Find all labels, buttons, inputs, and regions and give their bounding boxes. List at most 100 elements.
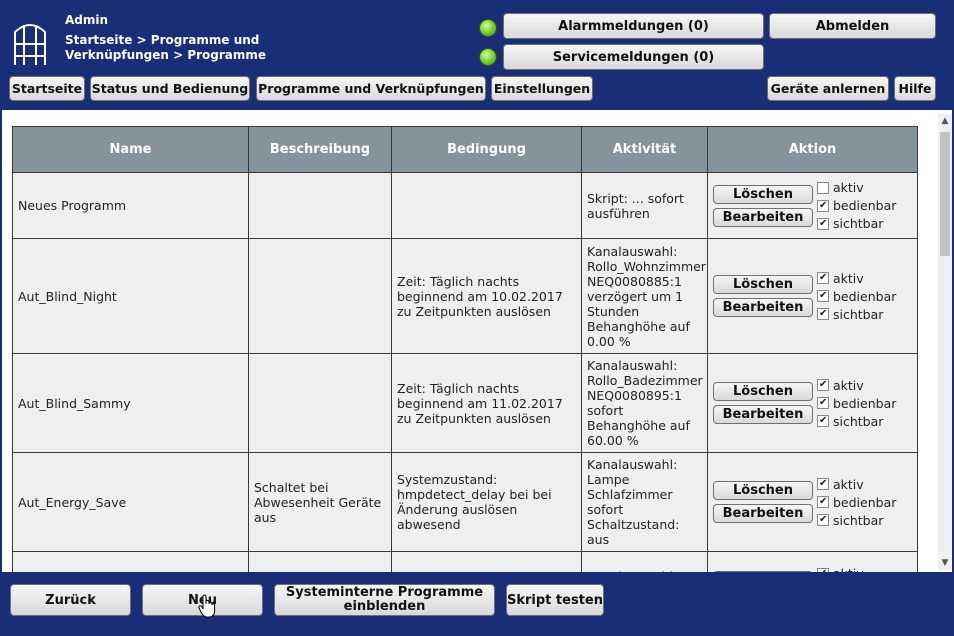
sichtbar-checkbox-row[interactable]: sichtbar (817, 216, 896, 231)
logout-button[interactable]: Abmelden (769, 13, 936, 39)
column-header-activity[interactable]: Aktivität (581, 126, 708, 173)
user-name: Admin (65, 13, 109, 27)
sichtbar-label: sichtbar (833, 512, 884, 528)
program-description-cell (248, 238, 392, 354)
program-description-cell (248, 172, 392, 239)
edit-program-button[interactable]: Bearbeiten (713, 298, 813, 317)
nav-home-button[interactable]: Startseite (9, 76, 85, 101)
aktiv-checkbox-row[interactable]: aktiv (817, 477, 896, 492)
aktiv-checkbox[interactable] (817, 272, 829, 284)
header-bar: Admin Startseite > Programme und Verknüp… (0, 0, 954, 108)
test-script-button[interactable]: Skript testen (506, 584, 604, 616)
column-header-condition[interactable]: Bedingung (391, 126, 582, 173)
breadcrumb: Startseite > Programme und Verknüpfungen… (65, 33, 267, 62)
program-activity-cell: Kanalauswahl: Rollo_Badezimmer NEQ008089… (581, 353, 708, 453)
program-description-cell: Schaltet bei Abwesenheit Geräte aus (248, 452, 392, 552)
program-condition-cell: Zeit: Täglich von 22:00 Uhr beginnend am… (391, 551, 582, 572)
edit-program-button[interactable]: Bearbeiten (713, 207, 813, 227)
sichtbar-label: sichtbar (833, 216, 884, 231)
bedienbar-label: bedienbar (833, 288, 897, 304)
nav-teach-devices-button[interactable]: Geräte anlernen (767, 76, 889, 101)
bedienbar-checkbox-row[interactable]: bedienbar (817, 495, 896, 510)
aktiv-checkbox[interactable] (817, 181, 829, 194)
scroll-down-arrow-icon[interactable]: ▼ (938, 556, 952, 570)
service-messages-button[interactable]: Servicemeldungen (0) (503, 44, 764, 70)
sichtbar-checkbox-row[interactable]: sichtbar (817, 513, 896, 528)
program-action-cell: Löschen Bearbeiten aktiv bedienbar sichtbar (707, 452, 918, 552)
table-row[interactable]: Aut_Blind_Night Zeit: Täglich nachts begi… (12, 238, 918, 354)
service-status-led-icon (479, 48, 497, 66)
back-button[interactable]: Zurück (10, 584, 131, 616)
nav-settings-button[interactable]: Einstellungen (491, 76, 593, 101)
column-header-action: Aktion (707, 126, 918, 173)
scroll-thumb[interactable] (940, 132, 950, 256)
sichtbar-checkbox[interactable] (817, 217, 829, 230)
program-description-cell (248, 551, 392, 572)
bedienbar-label: bedienbar (833, 198, 897, 213)
program-condition-cell: Zeit: Täglich nachts beginnend am 10.02.… (391, 238, 582, 354)
program-action-cell: LöschenBearbeitenaktivbedienbarsichtbar (707, 551, 918, 572)
aktiv-label: aktiv (833, 270, 864, 286)
aktiv-label: aktiv (833, 377, 864, 393)
column-header-description[interactable]: Beschreibung (248, 126, 392, 173)
bedienbar-checkbox-row[interactable]: bedienbar (817, 396, 896, 411)
table-row[interactable]: Aut_Blind_Sammy Zeit: Täglich nachts begi… (12, 353, 918, 453)
program-condition-cell: Zeit: Täglich nachts beginnend am 11.02.… (391, 353, 582, 453)
delete-program-button[interactable]: Löschen (713, 481, 813, 500)
aktiv-checkbox-row[interactable]: aktiv (817, 271, 896, 286)
bedienbar-checkbox[interactable] (817, 496, 829, 508)
bedienbar-checkbox[interactable] (817, 290, 829, 302)
bedienbar-checkbox[interactable] (817, 199, 829, 212)
aktiv-checkbox-row[interactable]: aktiv (817, 378, 896, 393)
sichtbar-checkbox[interactable] (817, 415, 829, 427)
edit-program-button[interactable]: Bearbeiten (713, 504, 813, 523)
program-condition-cell: Systemzustand: hmpdetect_delay bei bei Ä… (391, 452, 582, 552)
delete-program-button[interactable]: Löschen (713, 382, 813, 401)
hand-cursor-icon (198, 594, 216, 618)
program-action-cell: Löschen Bearbeiten aktiv bedienbar sichtbar (707, 172, 918, 239)
aktiv-checkbox[interactable] (817, 379, 829, 391)
bedienbar-checkbox[interactable] (817, 397, 829, 409)
alarm-messages-button[interactable]: Alarmmeldungen (0) (503, 13, 764, 39)
sichtbar-label: sichtbar (833, 413, 884, 429)
nav-status-button[interactable]: Status und Bedienung (90, 76, 250, 101)
program-action-cell: Löschen Bearbeiten aktiv bedienbar sichtbar (707, 353, 918, 453)
bedienbar-label: bedienbar (833, 494, 897, 510)
program-name-cell: Neues Programm (12, 172, 249, 239)
program-activity-cell: Kanalauswahl: Rollo_Wohnzimmer NEQ008088… (581, 238, 708, 354)
program-name-cell: Aut_Blind_Night (12, 238, 249, 354)
delete-program-button[interactable]: Löschen (713, 184, 813, 204)
program-description-cell (248, 353, 392, 453)
program-activity-cell: Kanalauswahl: Lampe Schlafzimmer sofort … (581, 452, 708, 552)
vertical-scrollbar[interactable]: ▲ ▼ (938, 114, 952, 570)
scroll-up-arrow-icon[interactable]: ▲ (938, 114, 952, 128)
program-name-cell: Aut_MotD_Light_Night_Bad (12, 551, 249, 572)
sichtbar-checkbox[interactable] (817, 514, 829, 526)
bedienbar-checkbox-row[interactable]: bedienbar (817, 198, 896, 213)
alarm-status-led-icon (479, 19, 497, 37)
bedienbar-checkbox-row[interactable]: bedienbar (817, 289, 896, 304)
table-row[interactable]: Neues Programm Skript: ... sofort ausführ… (12, 172, 918, 239)
edit-program-button[interactable]: Bearbeiten (713, 405, 813, 424)
sichtbar-checkbox-row[interactable]: sichtbar (817, 307, 896, 322)
delete-program-button[interactable]: Löschen (713, 275, 813, 294)
column-header-name[interactable]: Name (12, 126, 249, 173)
homematic-logo-icon (14, 24, 46, 65)
programs-table: Name Beschreibung Bedingung Aktivität Ak… (12, 126, 918, 572)
program-activity-cell: Skript: ... sofort ausführen (581, 172, 708, 239)
table-row[interactable]: Aut_MotD_Light_Night_Bad Zeit: Täglich vo… (12, 551, 918, 572)
sichtbar-checkbox[interactable] (817, 308, 829, 320)
show-system-programs-button[interactable]: Systeminterne Programme einblenden (274, 584, 495, 616)
nav-programs-button[interactable]: Programme und Verknüpfungen (256, 76, 486, 101)
aktiv-checkbox-row[interactable]: aktiv (817, 180, 896, 195)
aktiv-checkbox[interactable] (817, 478, 829, 490)
programs-panel: Name Beschreibung Bedingung Aktivität Ak… (2, 110, 952, 572)
table-row[interactable]: Aut_Energy_Save Schaltet bei Abwesenheit … (12, 452, 918, 552)
program-activity-cell: Kanalauswahl: Spiegelschrank sofort (581, 551, 708, 572)
footer-bar: Zurück Neu Systeminterne Programme einbl… (0, 572, 954, 636)
sichtbar-checkbox-row[interactable]: sichtbar (817, 414, 896, 429)
table-header-row: Name Beschreibung Bedingung Aktivität Ak… (12, 126, 918, 173)
program-name-cell: Aut_Blind_Sammy (12, 353, 249, 453)
bedienbar-label: bedienbar (833, 395, 897, 411)
nav-help-button[interactable]: Hilfe (894, 76, 936, 101)
